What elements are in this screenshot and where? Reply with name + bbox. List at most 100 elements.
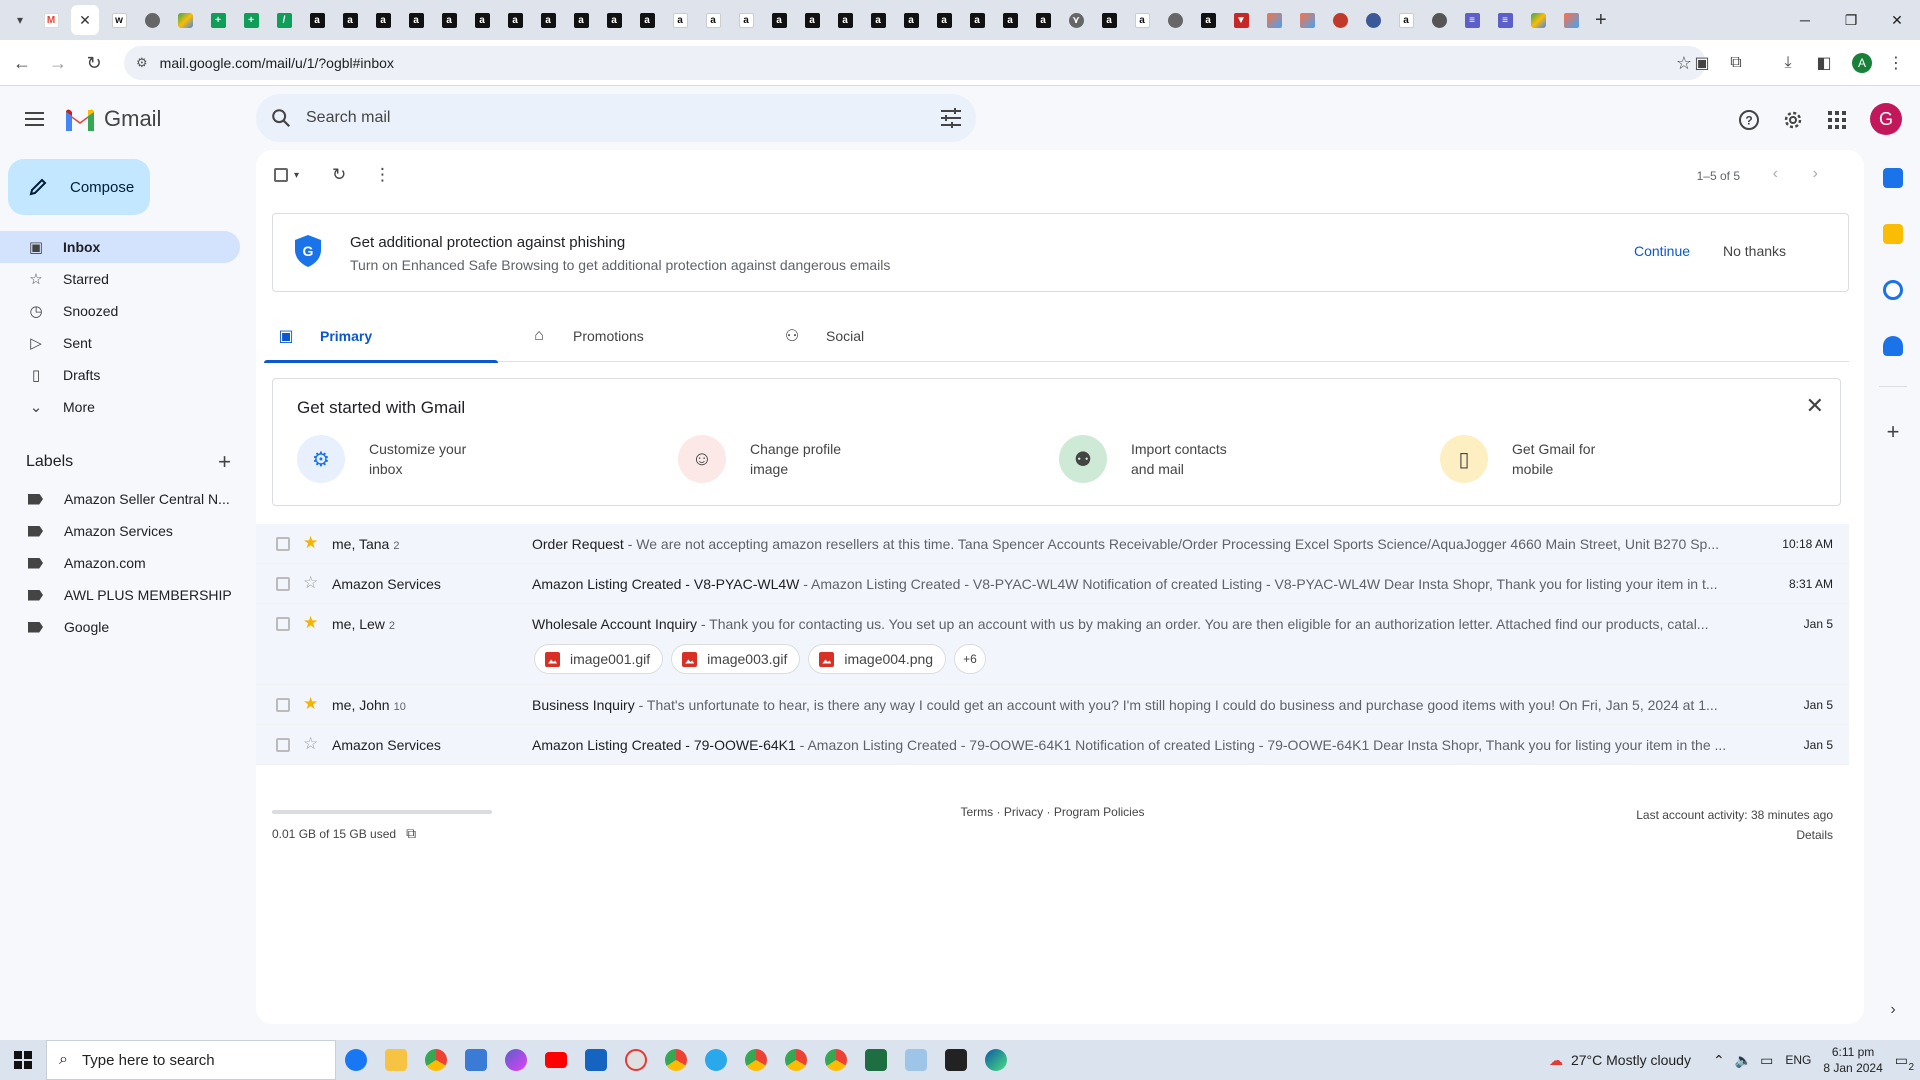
weather-text[interactable]: 27°C Mostly cloudy: [1571, 1052, 1691, 1068]
main-menu-icon[interactable]: [20, 104, 50, 134]
browser-tab[interactable]: ⋎: [1063, 5, 1089, 35]
change-profile-item[interactable]: ☺ Change profile image: [678, 435, 880, 483]
browser-tab[interactable]: [1294, 5, 1320, 35]
attachment-chip[interactable]: image003.gif: [671, 644, 801, 674]
browser-tab[interactable]: a: [535, 5, 561, 35]
browser-tab[interactable]: w: [106, 5, 132, 35]
star-icon[interactable]: ☆: [303, 573, 318, 593]
row-checkbox[interactable]: [276, 537, 290, 551]
taskbar-app-telegram[interactable]: [696, 1040, 736, 1080]
select-all-checkbox[interactable]: [274, 164, 288, 186]
star-icon[interactable]: ★: [303, 613, 318, 633]
browser-tab[interactable]: a: [1393, 5, 1419, 35]
taskbar-app-facebook[interactable]: [336, 1040, 376, 1080]
compose-button[interactable]: Compose: [8, 159, 150, 215]
label-item[interactable]: Amazon.com: [0, 547, 240, 579]
browser-tab[interactable]: a: [1030, 5, 1056, 35]
browser-tab[interactable]: a: [1096, 5, 1122, 35]
browser-tab[interactable]: a: [502, 5, 528, 35]
attachment-chip[interactable]: image001.gif: [534, 644, 664, 674]
contacts-icon[interactable]: [1883, 336, 1903, 356]
tab-search-chevron-icon[interactable]: ▾: [8, 8, 32, 32]
browser-tab[interactable]: a: [865, 5, 891, 35]
language-indicator[interactable]: ENG: [1785, 1053, 1811, 1067]
tray-chevron-icon[interactable]: ⌃: [1713, 1052, 1725, 1069]
browser-tab[interactable]: /: [271, 5, 297, 35]
browser-tab[interactable]: [1360, 5, 1386, 35]
row-checkbox[interactable]: [276, 698, 290, 712]
side-panel-icon[interactable]: ◧: [1812, 51, 1836, 75]
label-item[interactable]: AWL PLUS MEMBERSHIP: [0, 579, 240, 611]
forward-arrow-icon[interactable]: →: [46, 51, 70, 75]
add-addon-icon[interactable]: +: [1883, 421, 1903, 443]
browser-tab[interactable]: a: [337, 5, 363, 35]
prev-page-icon[interactable]: ‹: [1773, 165, 1778, 183]
taskbar-app-chrome-profile[interactable]: [656, 1040, 696, 1080]
email-row[interactable]: ★ me, Lew 2 Wholesale Account Inquiry - T…: [256, 604, 1849, 685]
browser-tab[interactable]: ▼: [1228, 5, 1254, 35]
taskbar-app-sticky-notes[interactable]: [936, 1040, 976, 1080]
browser-tab[interactable]: ≡: [1492, 5, 1518, 35]
browser-tab[interactable]: a: [469, 5, 495, 35]
next-page-icon[interactable]: ›: [1813, 165, 1818, 183]
search-input[interactable]: Search mail: [306, 109, 390, 127]
expand-panel-icon[interactable]: ›: [1883, 1000, 1903, 1020]
sidebar-item-inbox[interactable]: ▣ Inbox: [0, 231, 240, 263]
help-icon[interactable]: ?: [1733, 104, 1765, 136]
taskbar-app-chrome-c[interactable]: [816, 1040, 856, 1080]
sidebar-item-starred[interactable]: ☆ Starred: [0, 263, 240, 295]
clock[interactable]: 6:11 pm 8 Jan 2024: [1823, 1044, 1882, 1076]
browser-tab[interactable]: [139, 5, 165, 35]
extension-badge-icon[interactable]: ▣: [1690, 51, 1714, 75]
download-icon[interactable]: ⤓: [1776, 51, 1800, 75]
apps-grid-icon[interactable]: [1821, 104, 1853, 136]
restore-icon[interactable]: ❐: [1828, 0, 1874, 40]
url-field[interactable]: ⚙ mail.google.com/mail/u/1/?ogbl#inbox ☆: [124, 46, 1706, 80]
network-icon[interactable]: ▭: [1760, 1052, 1773, 1069]
browser-tab[interactable]: a: [733, 5, 759, 35]
tab-social[interactable]: ⚇ Social: [770, 310, 1004, 362]
customize-inbox-item[interactable]: ⚙ Customize your inbox: [297, 435, 499, 483]
refresh-icon[interactable]: ↻: [332, 164, 346, 186]
taskbar-app-notepad[interactable]: [896, 1040, 936, 1080]
add-label-icon[interactable]: +: [218, 449, 231, 475]
search-options-icon[interactable]: [940, 108, 962, 128]
sidebar-item-more[interactable]: ⌄ More: [0, 391, 240, 423]
more-options-icon[interactable]: ⋮: [374, 164, 391, 186]
terms-links[interactable]: Terms · Privacy · Program Policies: [256, 805, 1849, 819]
weather-icon[interactable]: ☁: [1549, 1052, 1563, 1069]
no-thanks-button[interactable]: No thanks: [1723, 243, 1786, 259]
browser-tab[interactable]: +: [238, 5, 264, 35]
keep-icon[interactable]: [1883, 224, 1903, 244]
new-tab-icon[interactable]: +: [1595, 9, 1607, 32]
extensions-puzzle-icon[interactable]: ⧉: [1724, 51, 1748, 75]
tasks-icon[interactable]: [1883, 280, 1903, 300]
browser-tab[interactable]: a: [997, 5, 1023, 35]
continue-button[interactable]: Continue: [1634, 243, 1690, 259]
email-row[interactable]: ★ me, John 10 Business Inquiry - That's u…: [256, 685, 1849, 725]
tab-promotions[interactable]: ⌂ Promotions: [517, 310, 751, 362]
browser-tab[interactable]: a: [700, 5, 726, 35]
more-attachments-chip[interactable]: +6: [954, 644, 986, 674]
label-item[interactable]: Amazon Seller Central N...: [0, 483, 240, 515]
browser-tab[interactable]: [172, 5, 198, 35]
details-link[interactable]: Details: [1636, 825, 1833, 845]
browser-tab[interactable]: ≡: [1459, 5, 1485, 35]
browser-tab[interactable]: M: [38, 5, 64, 35]
browser-tab[interactable]: +: [205, 5, 231, 35]
taskbar-app-excel[interactable]: [856, 1040, 896, 1080]
gmail-mobile-item[interactable]: ▯ Get Gmail for mobile: [1440, 435, 1642, 483]
browser-tab[interactable]: a: [304, 5, 330, 35]
email-row[interactable]: ☆ Amazon Services Amazon Listing Created…: [256, 564, 1849, 604]
star-icon[interactable]: ★: [303, 533, 318, 553]
browser-tab[interactable]: a: [667, 5, 693, 35]
browser-tab[interactable]: a: [766, 5, 792, 35]
back-arrow-icon[interactable]: ←: [10, 51, 34, 75]
browser-tab[interactable]: [1525, 5, 1551, 35]
close-icon[interactable]: ✕: [1806, 393, 1824, 419]
taskbar-app-explorer[interactable]: [376, 1040, 416, 1080]
browser-tab[interactable]: [1261, 5, 1287, 35]
browser-tab[interactable]: a: [799, 5, 825, 35]
email-row[interactable]: ☆ Amazon Services Amazon Listing Created…: [256, 725, 1849, 765]
star-icon[interactable]: ☆: [303, 734, 318, 754]
